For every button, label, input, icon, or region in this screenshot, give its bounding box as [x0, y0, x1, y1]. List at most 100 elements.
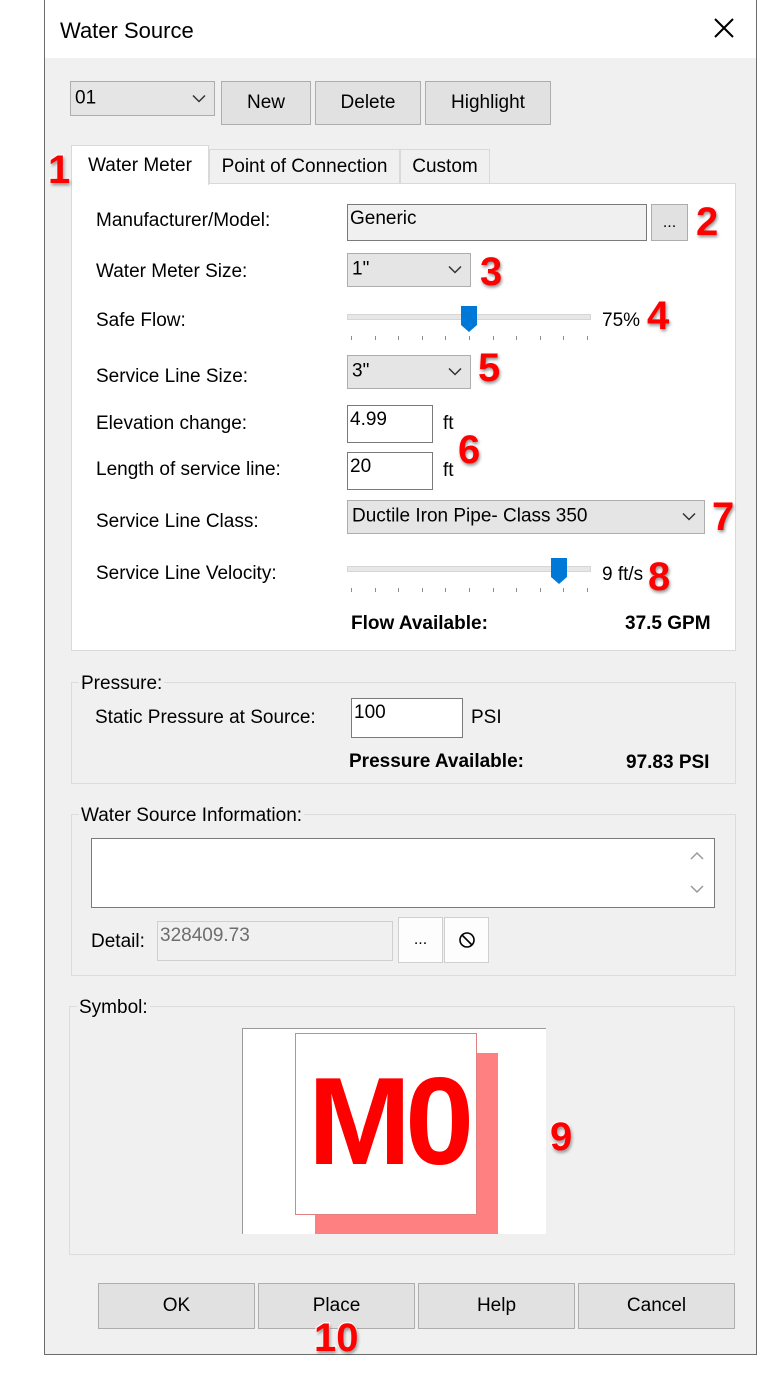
class-label: Service Line Class: — [96, 511, 259, 532]
detail-browse-button[interactable]: ... — [398, 917, 443, 963]
scroll-up-icon[interactable] — [690, 851, 704, 860]
elevation-label: Elevation change: — [96, 413, 248, 434]
service-size-value: 3" — [352, 360, 370, 382]
meter-size-select[interactable]: 1" — [347, 253, 471, 287]
velocity-value: 9 ft/s — [602, 564, 644, 585]
length-input[interactable]: 20 — [347, 452, 433, 490]
slider-tick — [516, 588, 517, 592]
callout-5: 5 — [477, 346, 502, 390]
highlight-button[interactable]: Highlight — [425, 81, 551, 125]
safe-flow-slider[interactable] — [347, 300, 591, 344]
velocity-slider[interactable] — [347, 553, 591, 597]
static-pressure-unit: PSI — [471, 707, 502, 728]
chevron-down-icon — [192, 94, 206, 103]
detail-label: Detail: — [91, 931, 145, 952]
help-button[interactable]: Help — [418, 1283, 575, 1329]
pressure-available-value: 97.83 PSI — [626, 752, 710, 773]
callout-9: 9 — [549, 1115, 574, 1159]
new-button[interactable]: New — [221, 81, 311, 125]
title-bar: Water Source — [45, 0, 756, 58]
tab-point-of-connection[interactable]: Point of Connection — [209, 149, 400, 184]
pressure-group-label: Pressure: — [79, 673, 165, 695]
window-title: Water Source — [60, 18, 194, 43]
elevation-input[interactable]: 4.99 — [347, 405, 433, 443]
slider-tick — [469, 336, 470, 340]
source-select[interactable]: 01 — [70, 81, 215, 116]
ok-button[interactable]: OK — [98, 1283, 255, 1329]
static-pressure-value: 100 — [354, 702, 386, 723]
elevation-unit: ft — [443, 413, 454, 434]
info-textarea[interactable] — [91, 838, 715, 908]
slider-tick — [398, 588, 399, 592]
slider-tick — [422, 588, 423, 592]
slider-tick — [493, 336, 494, 340]
static-pressure-input[interactable]: 100 — [351, 698, 463, 738]
flow-available-label: Flow Available: — [351, 613, 488, 634]
chevron-down-icon — [448, 265, 462, 274]
meter-size-label: Water Meter Size: — [96, 261, 248, 282]
slider-tick — [563, 336, 564, 340]
static-pressure-label: Static Pressure at Source: — [95, 707, 316, 728]
callout-1: 1 — [47, 148, 72, 192]
slider-tick — [351, 336, 352, 340]
callout-8: 8 — [647, 555, 672, 599]
length-unit: ft — [443, 460, 454, 481]
class-select[interactable]: Ductile Iron Pipe- Class 350 — [347, 500, 705, 534]
manufacturer-label: Manufacturer/Model: — [96, 210, 271, 231]
scroll-down-icon[interactable] — [690, 885, 704, 894]
meter-size-value: 1" — [352, 258, 370, 280]
slider-tick — [375, 336, 376, 340]
flow-available-value: 37.5 GPM — [625, 613, 711, 634]
slider-tick — [422, 336, 423, 340]
water-source-dialog: Water Source 01 New Delete Highlight Wat… — [44, 0, 757, 1355]
slider-tick — [445, 336, 446, 340]
detail-field[interactable]: 328409.73 — [157, 921, 393, 961]
source-select-value: 01 — [75, 87, 97, 109]
slider-tick — [469, 588, 470, 592]
slider-tick — [540, 336, 541, 340]
slider-tick — [540, 588, 541, 592]
slider-tick — [375, 588, 376, 592]
manufacturer-browse-button[interactable]: ... — [651, 204, 688, 241]
slider-tick — [516, 336, 517, 340]
slider-tick — [587, 336, 588, 340]
tab-custom[interactable]: Custom — [400, 149, 490, 184]
callout-10: 10 — [313, 1316, 360, 1360]
service-size-select[interactable]: 3" — [347, 355, 471, 389]
slider-tick — [563, 588, 564, 592]
detail-clear-button[interactable] — [444, 917, 489, 963]
manufacturer-value: Generic — [350, 208, 417, 229]
callout-6: 6 — [457, 428, 482, 472]
slider-tick — [398, 336, 399, 340]
callout-3: 3 — [479, 250, 504, 294]
callout-2: 2 — [695, 200, 720, 244]
manufacturer-field[interactable]: Generic — [347, 204, 647, 241]
slider-thumb[interactable] — [550, 557, 568, 585]
callout-4: 4 — [646, 294, 671, 338]
close-icon[interactable] — [710, 14, 738, 42]
elevation-value: 4.99 — [350, 409, 387, 430]
length-label: Length of service line: — [96, 459, 281, 480]
clear-icon — [458, 932, 475, 948]
slider-tick — [493, 588, 494, 592]
slider-tick — [587, 588, 588, 592]
symbol-group-label: Symbol: — [77, 997, 150, 1019]
service-size-label: Service Line Size: — [96, 366, 249, 387]
delete-button[interactable]: Delete — [315, 81, 421, 125]
cancel-button[interactable]: Cancel — [578, 1283, 735, 1329]
callout-7: 7 — [711, 495, 736, 539]
slider-tick — [351, 588, 352, 592]
detail-value: 328409.73 — [160, 925, 250, 946]
symbol-text: M0 — [307, 1053, 474, 1191]
class-value: Ductile Iron Pipe- Class 350 — [352, 505, 588, 527]
safe-flow-label: Safe Flow: — [96, 310, 186, 331]
velocity-label: Service Line Velocity: — [96, 563, 277, 584]
chevron-down-icon — [682, 512, 696, 521]
symbol-preview: M0 — [242, 1028, 546, 1234]
chevron-down-icon — [448, 367, 462, 376]
slider-thumb[interactable] — [460, 305, 478, 333]
slider-tick — [445, 588, 446, 592]
tab-water-meter[interactable]: Water Meter — [71, 145, 209, 185]
pressure-available-label: Pressure Available: — [349, 751, 524, 772]
safe-flow-value: 75% — [602, 310, 641, 331]
